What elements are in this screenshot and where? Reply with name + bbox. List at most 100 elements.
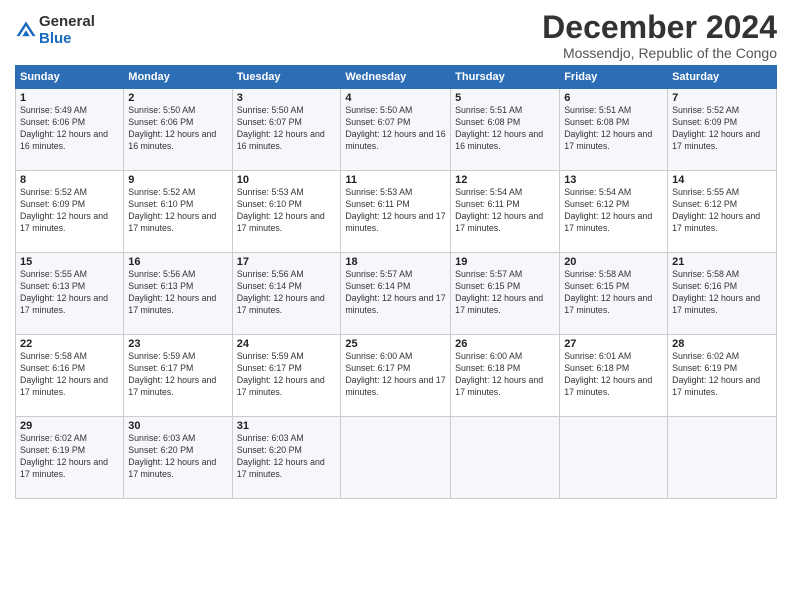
calendar-week-4: 22Sunrise: 5:58 AMSunset: 6:16 PMDayligh… xyxy=(16,335,777,417)
day-number: 23 xyxy=(128,338,227,350)
day-number: 30 xyxy=(128,420,227,432)
calendar-cell: 1Sunrise: 5:49 AMSunset: 6:06 PMDaylight… xyxy=(16,89,124,171)
day-info: Sunrise: 6:00 AMSunset: 6:17 PMDaylight:… xyxy=(345,351,446,399)
weekday-header-row: SundayMondayTuesdayWednesdayThursdayFrid… xyxy=(16,66,777,89)
day-info: Sunrise: 5:51 AMSunset: 6:08 PMDaylight:… xyxy=(455,105,555,153)
day-number: 20 xyxy=(564,256,663,268)
day-info: Sunrise: 5:51 AMSunset: 6:08 PMDaylight:… xyxy=(564,105,663,153)
day-number: 3 xyxy=(237,92,337,104)
day-number: 16 xyxy=(128,256,227,268)
day-number: 2 xyxy=(128,92,227,104)
day-number: 17 xyxy=(237,256,337,268)
header: General Blue December 2024 Mossendjo, Re… xyxy=(15,10,777,61)
day-number: 1 xyxy=(20,92,119,104)
calendar-cell: 31Sunrise: 6:03 AMSunset: 6:20 PMDayligh… xyxy=(232,417,341,499)
calendar-cell: 10Sunrise: 5:53 AMSunset: 6:10 PMDayligh… xyxy=(232,171,341,253)
day-info: Sunrise: 5:53 AMSunset: 6:10 PMDaylight:… xyxy=(237,187,337,235)
day-info: Sunrise: 5:52 AMSunset: 6:09 PMDaylight:… xyxy=(672,105,772,153)
weekday-header-thursday: Thursday xyxy=(451,66,560,89)
calendar-cell: 17Sunrise: 5:56 AMSunset: 6:14 PMDayligh… xyxy=(232,253,341,335)
day-number: 29 xyxy=(20,420,119,432)
logo-text: General Blue xyxy=(39,14,95,47)
day-number: 15 xyxy=(20,256,119,268)
day-number: 14 xyxy=(672,174,772,186)
day-info: Sunrise: 5:54 AMSunset: 6:12 PMDaylight:… xyxy=(564,187,663,235)
day-number: 24 xyxy=(237,338,337,350)
day-number: 8 xyxy=(20,174,119,186)
calendar-cell: 5Sunrise: 5:51 AMSunset: 6:08 PMDaylight… xyxy=(451,89,560,171)
day-info: Sunrise: 5:59 AMSunset: 6:17 PMDaylight:… xyxy=(237,351,337,399)
calendar-cell: 24Sunrise: 5:59 AMSunset: 6:17 PMDayligh… xyxy=(232,335,341,417)
calendar-cell: 6Sunrise: 5:51 AMSunset: 6:08 PMDaylight… xyxy=(560,89,668,171)
calendar-cell xyxy=(341,417,451,499)
day-info: Sunrise: 5:57 AMSunset: 6:15 PMDaylight:… xyxy=(455,269,555,317)
day-number: 25 xyxy=(345,338,446,350)
calendar-cell xyxy=(560,417,668,499)
day-number: 21 xyxy=(672,256,772,268)
day-number: 27 xyxy=(564,338,663,350)
day-info: Sunrise: 5:54 AMSunset: 6:11 PMDaylight:… xyxy=(455,187,555,235)
month-title: December 2024 xyxy=(542,10,777,45)
day-number: 28 xyxy=(672,338,772,350)
weekday-header-saturday: Saturday xyxy=(668,66,777,89)
calendar-cell: 29Sunrise: 6:02 AMSunset: 6:19 PMDayligh… xyxy=(16,417,124,499)
calendar-cell: 20Sunrise: 5:58 AMSunset: 6:15 PMDayligh… xyxy=(560,253,668,335)
day-number: 9 xyxy=(128,174,227,186)
calendar-cell: 18Sunrise: 5:57 AMSunset: 6:14 PMDayligh… xyxy=(341,253,451,335)
logo-general: General xyxy=(39,14,95,31)
weekday-header-sunday: Sunday xyxy=(16,66,124,89)
calendar-cell: 12Sunrise: 5:54 AMSunset: 6:11 PMDayligh… xyxy=(451,171,560,253)
day-info: Sunrise: 5:52 AMSunset: 6:10 PMDaylight:… xyxy=(128,187,227,235)
weekday-header-monday: Monday xyxy=(124,66,232,89)
day-number: 31 xyxy=(237,420,337,432)
day-number: 5 xyxy=(455,92,555,104)
calendar-cell: 28Sunrise: 6:02 AMSunset: 6:19 PMDayligh… xyxy=(668,335,777,417)
day-info: Sunrise: 5:52 AMSunset: 6:09 PMDaylight:… xyxy=(20,187,119,235)
weekday-header-wednesday: Wednesday xyxy=(341,66,451,89)
day-number: 26 xyxy=(455,338,555,350)
logo-icon xyxy=(15,20,37,42)
calendar-cell: 21Sunrise: 5:58 AMSunset: 6:16 PMDayligh… xyxy=(668,253,777,335)
day-info: Sunrise: 6:02 AMSunset: 6:19 PMDaylight:… xyxy=(672,351,772,399)
day-info: Sunrise: 6:01 AMSunset: 6:18 PMDaylight:… xyxy=(564,351,663,399)
calendar-cell: 11Sunrise: 5:53 AMSunset: 6:11 PMDayligh… xyxy=(341,171,451,253)
title-section: December 2024 Mossendjo, Republic of the… xyxy=(542,10,777,61)
calendar-cell: 8Sunrise: 5:52 AMSunset: 6:09 PMDaylight… xyxy=(16,171,124,253)
day-info: Sunrise: 6:00 AMSunset: 6:18 PMDaylight:… xyxy=(455,351,555,399)
calendar-cell: 22Sunrise: 5:58 AMSunset: 6:16 PMDayligh… xyxy=(16,335,124,417)
weekday-header-friday: Friday xyxy=(560,66,668,89)
day-info: Sunrise: 5:53 AMSunset: 6:11 PMDaylight:… xyxy=(345,187,446,235)
day-number: 12 xyxy=(455,174,555,186)
day-info: Sunrise: 5:59 AMSunset: 6:17 PMDaylight:… xyxy=(128,351,227,399)
calendar-cell: 3Sunrise: 5:50 AMSunset: 6:07 PMDaylight… xyxy=(232,89,341,171)
logo: General Blue xyxy=(15,14,95,47)
calendar-cell: 15Sunrise: 5:55 AMSunset: 6:13 PMDayligh… xyxy=(16,253,124,335)
calendar-week-3: 15Sunrise: 5:55 AMSunset: 6:13 PMDayligh… xyxy=(16,253,777,335)
day-info: Sunrise: 6:03 AMSunset: 6:20 PMDaylight:… xyxy=(128,433,227,481)
day-number: 7 xyxy=(672,92,772,104)
day-info: Sunrise: 5:58 AMSunset: 6:16 PMDaylight:… xyxy=(672,269,772,317)
day-info: Sunrise: 5:57 AMSunset: 6:14 PMDaylight:… xyxy=(345,269,446,317)
calendar-table: SundayMondayTuesdayWednesdayThursdayFrid… xyxy=(15,65,777,499)
calendar-cell: 14Sunrise: 5:55 AMSunset: 6:12 PMDayligh… xyxy=(668,171,777,253)
day-info: Sunrise: 5:50 AMSunset: 6:07 PMDaylight:… xyxy=(345,105,446,153)
day-number: 13 xyxy=(564,174,663,186)
day-number: 22 xyxy=(20,338,119,350)
calendar-cell: 16Sunrise: 5:56 AMSunset: 6:13 PMDayligh… xyxy=(124,253,232,335)
location: Mossendjo, Republic of the Congo xyxy=(542,45,777,61)
logo-blue: Blue xyxy=(39,31,95,48)
day-number: 10 xyxy=(237,174,337,186)
day-info: Sunrise: 5:56 AMSunset: 6:13 PMDaylight:… xyxy=(128,269,227,317)
calendar-cell: 23Sunrise: 5:59 AMSunset: 6:17 PMDayligh… xyxy=(124,335,232,417)
day-info: Sunrise: 5:55 AMSunset: 6:12 PMDaylight:… xyxy=(672,187,772,235)
day-info: Sunrise: 5:55 AMSunset: 6:13 PMDaylight:… xyxy=(20,269,119,317)
calendar-cell: 26Sunrise: 6:00 AMSunset: 6:18 PMDayligh… xyxy=(451,335,560,417)
day-number: 18 xyxy=(345,256,446,268)
calendar-cell: 4Sunrise: 5:50 AMSunset: 6:07 PMDaylight… xyxy=(341,89,451,171)
calendar-week-2: 8Sunrise: 5:52 AMSunset: 6:09 PMDaylight… xyxy=(16,171,777,253)
page-container: General Blue December 2024 Mossendjo, Re… xyxy=(0,0,792,509)
day-info: Sunrise: 5:49 AMSunset: 6:06 PMDaylight:… xyxy=(20,105,119,153)
day-info: Sunrise: 6:03 AMSunset: 6:20 PMDaylight:… xyxy=(237,433,337,481)
calendar-cell: 19Sunrise: 5:57 AMSunset: 6:15 PMDayligh… xyxy=(451,253,560,335)
day-info: Sunrise: 5:58 AMSunset: 6:16 PMDaylight:… xyxy=(20,351,119,399)
